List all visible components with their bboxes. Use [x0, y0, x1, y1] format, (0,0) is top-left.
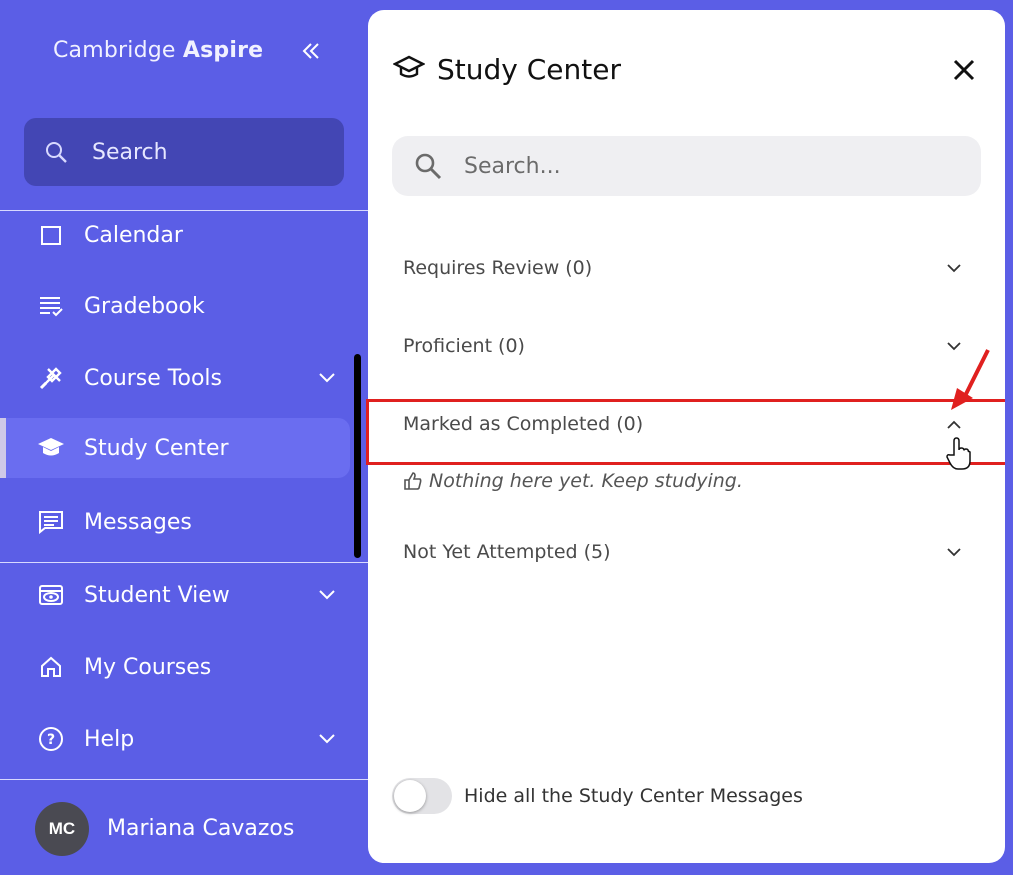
- divider: [0, 562, 368, 563]
- sidebar-item-gradebook[interactable]: Gradebook: [0, 276, 350, 336]
- sidebar-item-calendar[interactable]: Calendar: [0, 211, 350, 265]
- chevron-down-icon: [316, 584, 338, 606]
- sidebar-search-input[interactable]: [92, 139, 312, 165]
- svg-text:?: ?: [47, 732, 55, 748]
- chevron-down-icon: [943, 541, 965, 563]
- sidebar-item-student-view[interactable]: Student View: [0, 565, 350, 625]
- empty-state-text: Nothing here yet. Keep studying.: [429, 470, 743, 492]
- user-profile[interactable]: MC Mariana Cavazos: [0, 780, 368, 875]
- sidebar-item-course-tools[interactable]: Course Tools: [0, 348, 350, 408]
- sidebar-item-my-courses[interactable]: My Courses: [0, 637, 350, 697]
- brand-name: Cambridge: [53, 38, 176, 63]
- user-name: Mariana Cavazos: [107, 816, 295, 841]
- graduation-cap-icon: [37, 434, 65, 462]
- double-chevron-left-icon: [302, 43, 319, 59]
- section-not-yet-attempted[interactable]: Not Yet Attempted (5): [403, 534, 963, 570]
- sidebar-item-label: Messages: [84, 509, 192, 535]
- section-label: Not Yet Attempted (5): [403, 541, 611, 563]
- calendar-icon: [37, 221, 65, 249]
- nav-list[interactable]: Calendar Gradebook Course Tools Study Ce…: [0, 211, 368, 561]
- toggle-knob: [394, 780, 426, 812]
- thumbs-up-icon: [403, 470, 425, 492]
- avatar: MC: [35, 802, 89, 856]
- chevron-down-icon: [316, 367, 338, 389]
- tools-icon: [37, 364, 65, 392]
- panel-title: Study Center: [437, 53, 621, 86]
- search-icon: [44, 139, 70, 165]
- sidebar-item-messages[interactable]: Messages: [0, 492, 350, 552]
- sidebar-item-help[interactable]: ? Help: [0, 709, 350, 769]
- search-icon: [414, 151, 444, 181]
- section-label: Marked as Completed (0): [403, 413, 644, 435]
- empty-state-message: Nothing here yet. Keep studying.: [403, 470, 743, 492]
- sidebar-item-study-center[interactable]: Study Center: [0, 418, 350, 478]
- sidebar-item-label: Gradebook: [84, 293, 205, 319]
- close-button[interactable]: [948, 54, 980, 86]
- sidebar: Cambridge Aspire Calendar: [0, 0, 368, 875]
- hand-cursor-icon: [946, 437, 971, 470]
- graduation-cap-icon: [393, 55, 425, 78]
- collapse-sidebar-button[interactable]: [296, 36, 326, 66]
- panel-search[interactable]: [392, 136, 981, 196]
- sidebar-item-label: My Courses: [84, 654, 212, 680]
- help-icon: ?: [37, 725, 65, 753]
- sidebar-item-label: Student View: [84, 582, 230, 608]
- search-input[interactable]: [464, 153, 944, 179]
- study-center-panel: Study Center Requires Review (0) Profici…: [366, 10, 1008, 863]
- gradebook-icon: [37, 292, 65, 320]
- toggle-label: Hide all the Study Center Messages: [464, 785, 803, 807]
- hide-messages-setting: Hide all the Study Center Messages: [392, 778, 803, 814]
- section-marked-as-completed[interactable]: Marked as Completed (0): [403, 406, 963, 442]
- chevron-down-icon: [316, 728, 338, 750]
- section-label: Requires Review (0): [403, 257, 593, 279]
- sidebar-item-label: Calendar: [84, 222, 183, 248]
- close-icon: [953, 59, 975, 81]
- message-icon: [37, 508, 65, 536]
- background-edge: [1005, 0, 1013, 875]
- section-requires-review[interactable]: Requires Review (0): [403, 250, 963, 286]
- sidebar-scrollbar[interactable]: [354, 354, 361, 558]
- section-proficient[interactable]: Proficient (0): [403, 328, 963, 364]
- hide-messages-toggle[interactable]: [392, 778, 452, 814]
- sidebar-search[interactable]: [24, 118, 344, 186]
- sidebar-item-label: Study Center: [84, 435, 229, 461]
- sidebar-item-label: Course Tools: [84, 365, 222, 391]
- section-label: Proficient (0): [403, 335, 525, 357]
- red-arrow-icon: [951, 349, 990, 410]
- eye-icon: [37, 581, 65, 609]
- sidebar-item-label: Help: [84, 726, 135, 752]
- chevron-down-icon: [943, 257, 965, 279]
- home-icon: [37, 653, 65, 681]
- brand-logo[interactable]: Cambridge Aspire: [53, 38, 263, 63]
- brand-product: Aspire: [182, 38, 264, 63]
